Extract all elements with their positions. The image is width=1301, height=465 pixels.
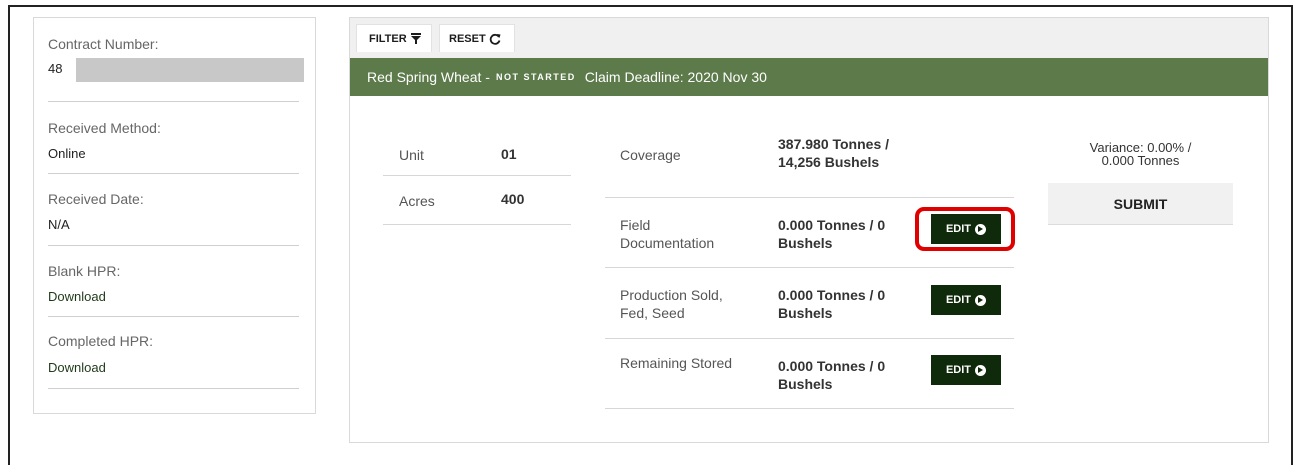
value-line: Bushels: [778, 376, 833, 392]
coverage-value: 387.980 Tonnes / 14,256 Bushels: [778, 135, 889, 171]
variance-line: 0.000 Tonnes: [1101, 153, 1180, 168]
divider: [605, 197, 1014, 198]
coverage-label: Coverage: [620, 147, 681, 163]
received-method-label: Received Method:: [48, 120, 161, 136]
status-badge: NOT STARTED: [495, 72, 576, 82]
contract-number-label: Contract Number:: [48, 36, 159, 52]
label-line: Documentation: [620, 235, 715, 251]
blank-hpr-label: Blank HPR:: [48, 263, 121, 279]
crop-name: Red Spring Wheat -: [367, 69, 490, 85]
divider: [383, 175, 571, 176]
unit-label: Unit: [399, 147, 424, 163]
divider: [383, 224, 571, 225]
received-date-label: Received Date:: [48, 191, 144, 207]
contract-number-value: 48: [48, 58, 304, 82]
received-date-block: Received Date: N/A: [48, 174, 299, 246]
production-sold-value: 0.000 Tonnes / 0 Bushels: [778, 286, 885, 322]
value-line: 0.000 Tonnes / 0: [778, 358, 886, 374]
filter-icon: [410, 33, 421, 44]
value-line: 0.000 Tonnes / 0: [778, 217, 886, 233]
arrow-circle-icon: [975, 364, 987, 376]
label-line: Fed, Seed: [620, 305, 685, 321]
remaining-stored-value: 0.000 Tonnes / 0 Bushels: [778, 357, 885, 393]
acres-label: Acres: [399, 193, 435, 209]
edit-label: EDIT: [945, 294, 972, 306]
received-method-block: Received Method: Online: [48, 102, 299, 174]
field-documentation-value: 0.000 Tonnes / 0 Bushels: [778, 216, 885, 252]
highlight-outline: [915, 207, 1015, 251]
filter-button[interactable]: FILTER: [356, 24, 432, 52]
blank-hpr-download-link[interactable]: Download: [48, 289, 106, 304]
arrow-circle-icon: [975, 294, 987, 306]
remaining-stored-label: Remaining Stored: [620, 355, 733, 371]
edit-production-sold-button[interactable]: EDIT: [931, 285, 1001, 315]
production-sold-label: Production Sold, Fed, Seed: [620, 286, 723, 322]
edit-remaining-stored-button[interactable]: EDIT: [931, 355, 1001, 385]
contract-number-text: 48: [48, 61, 63, 76]
label-line: Field: [620, 217, 651, 233]
edit-label: EDIT: [945, 364, 972, 376]
crop-header: Red Spring Wheat - NOT STARTED Claim Dea…: [350, 58, 1268, 96]
divider: [605, 408, 1014, 409]
value-line: 387.980 Tonnes /: [778, 136, 890, 152]
claim-deadline: Claim Deadline: 2020 Nov 30: [584, 69, 767, 85]
value-line: Bushels: [778, 305, 833, 321]
field-documentation-label: Field Documentation: [620, 216, 714, 252]
submit-button[interactable]: SUBMIT: [1048, 183, 1233, 225]
acres-value: 400: [501, 191, 525, 207]
completed-hpr-download-link[interactable]: Download: [48, 360, 106, 375]
blank-hpr-block: Blank HPR: Download: [48, 246, 299, 317]
value-line: 14,256 Bushels: [778, 154, 880, 170]
claim-panel: FILTER RESET Red Spring Wheat - NOT STAR…: [349, 17, 1269, 443]
redacted-box: [76, 58, 304, 82]
contract-info-panel: Contract Number: 48 Received Method: Onl…: [33, 17, 316, 414]
completed-hpr-block: Completed HPR: Download: [48, 317, 299, 389]
reset-button[interactable]: RESET: [439, 24, 515, 52]
completed-hpr-label: Completed HPR:: [48, 333, 154, 349]
reset-label: RESET: [449, 32, 486, 45]
variance-text: Variance: 0.00% / 0.000 Tonnes: [1048, 141, 1233, 167]
divider: [605, 267, 1014, 268]
toolbar: FILTER RESET: [350, 18, 1268, 58]
value-line: Bushels: [778, 235, 833, 251]
unit-value: 01: [501, 146, 517, 162]
contract-number-block: Contract Number: 48: [48, 18, 304, 102]
received-date-value: N/A: [48, 217, 70, 232]
value-line: 0.000 Tonnes / 0: [778, 287, 886, 303]
refresh-icon: [489, 33, 501, 45]
divider: [605, 338, 1014, 339]
label-line: Production Sold,: [620, 287, 723, 303]
filter-label: FILTER: [369, 32, 407, 45]
received-method-value: Online: [48, 146, 86, 161]
